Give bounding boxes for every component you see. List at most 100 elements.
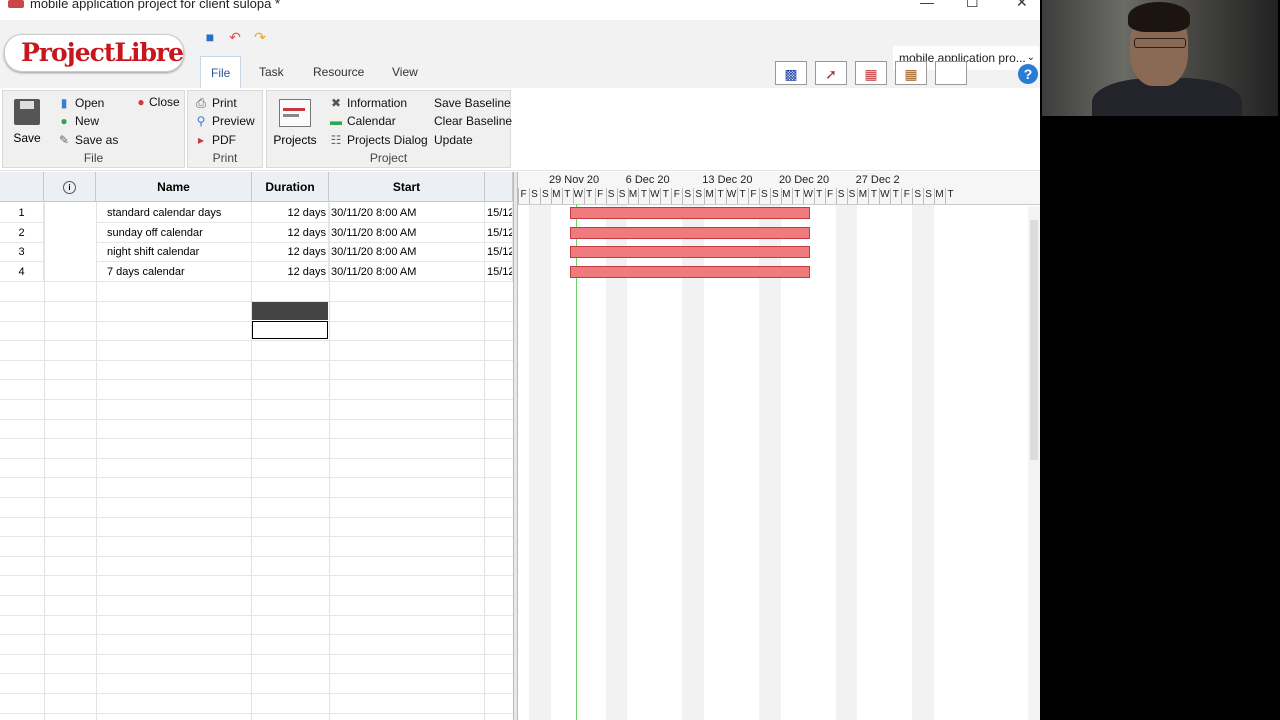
gantt-task-bar[interactable] <box>570 265 810 278</box>
row-id-cell[interactable]: 1 <box>0 203 44 223</box>
pdf-button[interactable]: ▸ PDF <box>194 133 236 147</box>
project-group: Projects ✖ Information ▬ Calendar ☷ Project… <box>266 90 512 168</box>
close-button[interactable]: ● Close <box>137 95 179 109</box>
day-divider <box>769 188 771 204</box>
finish-cell[interactable]: 15/12 <box>485 203 513 223</box>
tab-file[interactable]: File <box>200 56 242 89</box>
close-red-icon: ● <box>137 95 145 109</box>
start-cell[interactable]: 30/11/20 8:00 AM <box>329 222 485 243</box>
grid-row-line <box>0 438 513 440</box>
indicators-header[interactable]: i <box>44 172 96 202</box>
day-label: M <box>935 189 944 200</box>
tab-view[interactable]: View <box>382 56 428 88</box>
projectlibre-logo: ProjectLibre <box>4 34 184 72</box>
tab-resource[interactable]: Resource <box>303 56 374 88</box>
gantt-task-bar[interactable] <box>570 246 810 259</box>
ribbon: Save ▮ Open ● Close ● New ✎ Save as File ⎙ Pr… <box>0 88 1040 171</box>
scrollbar-thumb[interactable] <box>1030 220 1038 460</box>
open-label: Open <box>75 96 105 110</box>
day-divider <box>550 188 552 204</box>
histogram-view-icon[interactable]: ▩ <box>775 61 807 85</box>
start-cell[interactable]: 30/11/20 8:00 AM <box>329 203 485 223</box>
new-button[interactable]: ● New <box>57 114 99 128</box>
pdf-label: PDF <box>212 133 236 147</box>
save-baseline-button[interactable]: Save Baseline <box>434 96 511 110</box>
save-as-button[interactable]: ✎ Save as <box>57 133 118 147</box>
print-button[interactable]: ⎙ Print <box>194 96 237 111</box>
task-name-cell[interactable]: night shift calendar <box>96 242 252 263</box>
projects-button[interactable]: Projects <box>271 99 319 147</box>
grid-row-line <box>0 477 513 479</box>
gantt-task-bar[interactable] <box>570 226 810 239</box>
resource-usage-view-icon[interactable]: ▦ <box>895 61 927 85</box>
task-name-cell[interactable]: 7 days calendar <box>96 261 252 282</box>
projects-dialog-label: Projects Dialog <box>347 133 428 147</box>
window-title: mobile application project for client su… <box>30 0 281 11</box>
blank-view-icon[interactable] <box>935 61 967 85</box>
duration-cell[interactable]: 12 days <box>252 203 329 223</box>
week-label: 29 Nov 20 <box>549 174 600 186</box>
information-label: Information <box>347 96 408 110</box>
name-column-header[interactable]: Name <box>96 172 252 202</box>
charts-view-icon[interactable]: ➚ <box>815 61 847 85</box>
active-cell-editor[interactable] <box>252 321 328 339</box>
new-green-icon: ● <box>60 114 68 128</box>
day-label: F <box>750 189 757 200</box>
open-button[interactable]: ▮ Open <box>57 96 105 110</box>
weekend-column <box>835 204 858 720</box>
finish-column-header[interactable] <box>485 172 513 202</box>
day-divider <box>528 188 530 204</box>
calendar-button[interactable]: ▬ Calendar <box>329 114 396 128</box>
finish-cell[interactable]: 15/12 <box>485 242 513 263</box>
day-divider <box>704 188 706 204</box>
save-button[interactable]: Save <box>9 99 45 145</box>
new-label: New <box>75 114 100 128</box>
row-id-cell[interactable]: 2 <box>0 222 44 243</box>
finish-cell[interactable]: 15/12 <box>485 222 513 243</box>
day-label: M <box>858 189 868 200</box>
duration-column-header[interactable]: Duration <box>252 172 329 202</box>
day-label: S <box>607 189 615 200</box>
task-name-cell[interactable]: standard calendar days <box>96 203 252 223</box>
day-divider <box>539 188 541 204</box>
duration-cell[interactable]: 12 days <box>252 242 329 263</box>
save-as-label: Save as <box>75 133 119 147</box>
undo-icon[interactable]: ↶ <box>226 28 244 46</box>
minimize-button[interactable]: — <box>920 0 934 10</box>
save-quick-icon[interactable]: ■ <box>201 28 219 46</box>
clear-baseline-button[interactable]: Clear Baseline <box>434 114 512 128</box>
grid-divider <box>44 202 45 720</box>
day-divider <box>605 188 607 204</box>
close-window-button[interactable]: ✕ <box>1016 0 1028 11</box>
selected-cell[interactable] <box>252 302 328 320</box>
day-label: F <box>520 189 527 200</box>
vertical-scrollbar[interactable] <box>1028 206 1040 720</box>
dialog-icon: ☷ <box>330 133 342 147</box>
app-header: ProjectLibre ■ ↶ ↷ File Task Resource Vi… <box>0 20 1040 89</box>
today-line <box>576 204 577 720</box>
duration-cell[interactable]: 12 days <box>252 222 329 243</box>
maximize-button[interactable]: ☐ <box>966 0 979 11</box>
task-name-cell[interactable]: sunday off calendar <box>96 222 252 243</box>
row-id-cell[interactable]: 3 <box>0 242 44 263</box>
start-cell[interactable]: 30/11/20 8:00 AM <box>329 261 485 282</box>
duration-cell[interactable]: 12 days <box>252 261 329 282</box>
print-group: ⎙ Print ⚲ Preview ▸ PDF Print <box>187 90 263 168</box>
start-cell[interactable]: 30/11/20 8:00 AM <box>329 242 485 263</box>
row-id-cell[interactable]: 4 <box>0 261 44 282</box>
day-divider <box>868 188 870 204</box>
redo-icon[interactable]: ↷ <box>251 28 269 46</box>
preview-button[interactable]: ⚲ Preview <box>194 114 255 128</box>
start-column-header[interactable]: Start <box>329 172 485 202</box>
finish-cell[interactable]: 15/12 <box>485 261 513 282</box>
title-bar: mobile application project for client su… <box>0 0 1040 20</box>
tab-task[interactable]: Task <box>249 56 294 88</box>
information-button[interactable]: ✖ Information <box>329 96 407 110</box>
day-divider <box>758 188 760 204</box>
projects-dialog-button[interactable]: ☷ Projects Dialog <box>329 133 428 147</box>
day-label: T <box>564 189 571 200</box>
update-button[interactable]: Update <box>434 133 473 147</box>
help-icon[interactable]: ? <box>1018 64 1038 84</box>
task-usage-view-icon[interactable]: ▦ <box>855 61 887 85</box>
gantt-task-bar[interactable] <box>570 207 810 219</box>
